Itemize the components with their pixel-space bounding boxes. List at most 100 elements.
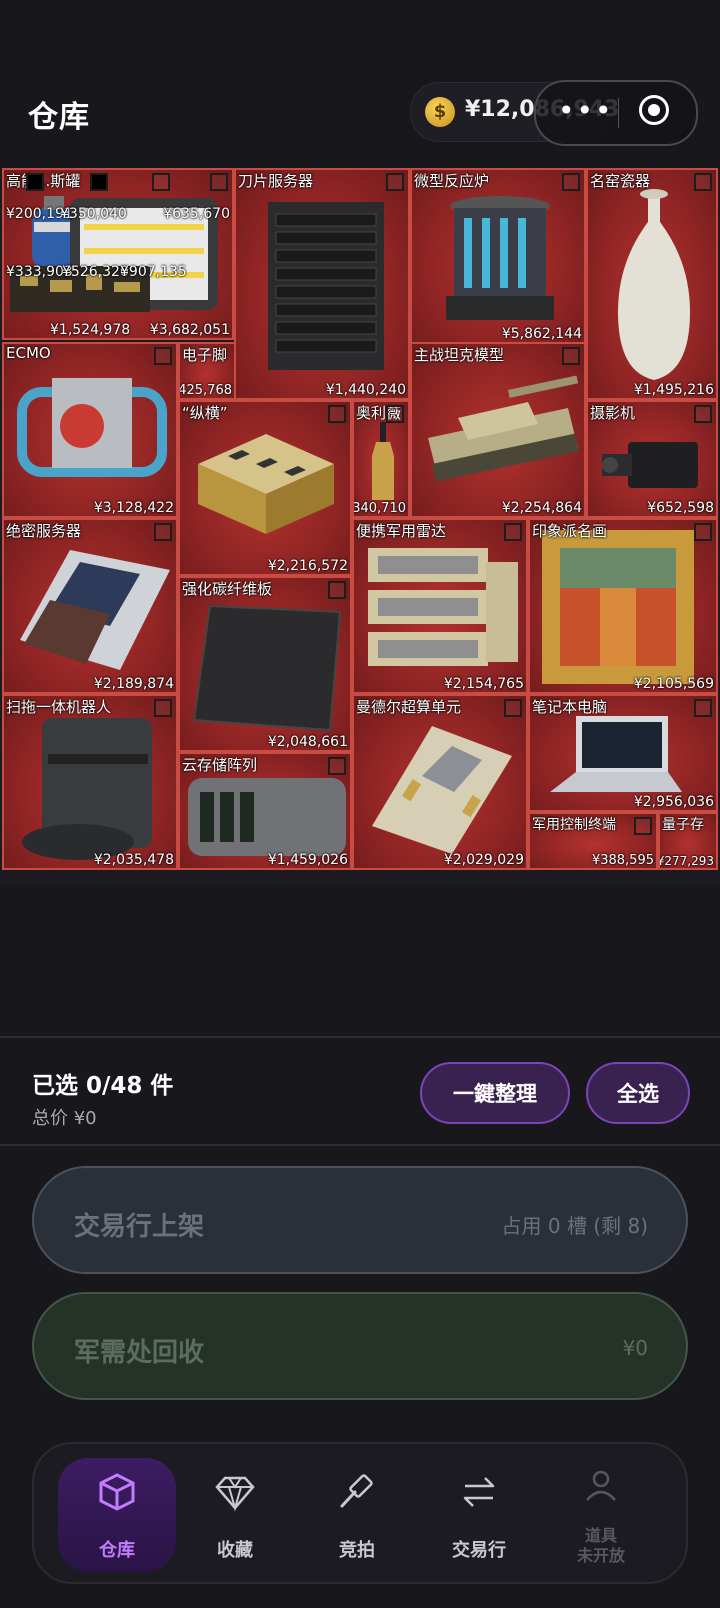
item-checkbox[interactable] — [634, 817, 652, 835]
page-title: 仓库 — [28, 100, 90, 135]
item-price: ¥2,216,572 — [267, 558, 348, 574]
item-tile[interactable]: 强化碳纤维板 ¥2,048,661 — [178, 576, 352, 752]
item-tile[interactable]: 刀片服务器 ¥1,440,240 — [234, 168, 410, 400]
item-price: ¥1,440,240 — [325, 382, 406, 398]
nav-label: 交易行 — [452, 1540, 506, 1561]
total-price: 总价 ¥0 — [32, 1108, 97, 1129]
item-tile[interactable]: 军用控制终端 ¥388,595 — [528, 812, 658, 870]
section-divider — [0, 1036, 720, 1038]
item-checkbox[interactable] — [152, 173, 170, 191]
reactor-image — [440, 188, 560, 328]
item-checkbox[interactable] — [562, 173, 580, 191]
video-camera-image — [598, 424, 710, 500]
champagne-bottle-image — [370, 422, 396, 502]
item-tile[interactable]: 微型反应炉 ¥5,862,144 — [410, 168, 586, 344]
item-price: ¥3,682,051 — [149, 322, 230, 338]
item-tile[interactable]: 笔记本电脑 ¥2,956,036 — [528, 694, 718, 812]
item-price: ¥2,956,036 — [633, 794, 714, 810]
item-checkbox[interactable] — [26, 173, 44, 191]
item-name: 云存储阵列 — [182, 756, 258, 774]
item-price: ¥5,862,144 — [501, 326, 582, 342]
item-price: ¥2,029,029 — [443, 852, 524, 868]
swap-arrows-icon — [463, 1477, 495, 1507]
item-checkbox[interactable] — [154, 699, 172, 717]
item-tile[interactable]: 印象派名画 ¥2,105,569 — [528, 518, 718, 694]
item-price: ¥425,768 — [178, 383, 232, 398]
item-price: ¥3,128,422 — [93, 500, 174, 516]
item-checkbox[interactable] — [154, 347, 172, 365]
item-price: ¥652,598 — [647, 500, 714, 516]
item-checkbox[interactable] — [504, 523, 522, 541]
item-checkbox[interactable] — [386, 173, 404, 191]
nav-trading[interactable]: 交易行 — [420, 1458, 538, 1572]
item-tile[interactable]: 云存储阵列 ¥1,459,026 — [178, 752, 352, 870]
ecmo-machine-image — [12, 362, 172, 502]
close-target-icon[interactable] — [639, 95, 669, 125]
organize-button[interactable]: 一鍵整理 — [420, 1062, 570, 1124]
item-tile[interactable]: 电子脚 ¥425,768 — [178, 342, 236, 400]
inventory-grid: 高能...斯罐 ¥200,191 ¥350,040 ¥635,670 ¥333,… — [0, 168, 720, 886]
laptop-image — [544, 712, 684, 804]
item-name: 摄影机 — [590, 404, 636, 422]
select-all-button[interactable]: 全选 — [586, 1062, 690, 1124]
item-tile[interactable]: 高能...斯罐 ¥200,191 ¥350,040 ¥635,670 ¥333,… — [2, 168, 234, 340]
item-price: ¥2,189,874 — [93, 676, 174, 692]
item-name: 名窑瓷器 — [590, 172, 651, 190]
recycle-label: 军需处回收 — [74, 1338, 205, 1368]
item-checkbox[interactable] — [694, 523, 712, 541]
item-name: 绝密服务器 — [6, 522, 82, 540]
box-icon — [99, 1473, 135, 1511]
selected-count: 已选 0/48 件 — [32, 1073, 174, 1099]
item-checkbox[interactable] — [154, 523, 172, 541]
nav-auction[interactable]: 竞拍 — [298, 1458, 416, 1572]
mini-program-capsule[interactable]: ••• — [534, 80, 698, 146]
item-tile[interactable]: 奥利薇 ¥340,710 — [352, 400, 410, 518]
item-tile[interactable]: 扫拖一体机器人 ¥2,035,478 — [2, 694, 178, 870]
item-tile[interactable]: ECMO ¥3,128,422 — [2, 342, 178, 518]
recycle-value: ¥0 — [622, 1336, 648, 1360]
item-checkbox[interactable] — [328, 581, 346, 599]
nav-warehouse[interactable]: 仓库 — [58, 1458, 176, 1572]
portable-radar-image — [362, 542, 522, 676]
item-name: 笔记本电脑 — [532, 698, 608, 716]
item-name: 量子存 — [662, 817, 704, 833]
nav-collection[interactable]: 收藏 — [176, 1458, 294, 1572]
item-name: ECMO — [6, 344, 51, 362]
item-tile[interactable]: “纵横” ¥2,216,572 — [178, 400, 352, 576]
item-tile[interactable]: 名窑瓷器 ¥1,495,216 — [586, 168, 718, 400]
item-checkbox[interactable] — [562, 347, 580, 365]
item-name: 电子脚 — [182, 346, 228, 364]
item-checkbox[interactable] — [328, 757, 346, 775]
item-checkbox[interactable] — [328, 405, 346, 423]
item-checkbox[interactable] — [386, 405, 404, 423]
item-price: ¥2,105,569 — [633, 676, 714, 692]
item-checkbox[interactable] — [694, 699, 712, 717]
section-divider — [0, 1144, 720, 1146]
item-checkbox[interactable] — [694, 405, 712, 423]
more-icon[interactable]: ••• — [558, 94, 614, 127]
item-price: ¥526,320 — [62, 264, 129, 280]
item-tile[interactable]: 曼德尔超算单元 ¥2,029,029 — [352, 694, 528, 870]
item-checkbox[interactable] — [90, 173, 108, 191]
item-price: ¥277,293 — [658, 854, 714, 868]
trade-listing-label: 交易行上架 — [74, 1212, 205, 1242]
item-price: ¥340,710 — [352, 501, 406, 516]
trade-listing-button[interactable]: 交易行上架 占用 0 槽 (剩 8) — [32, 1166, 688, 1274]
bottom-nav: 仓库 收藏 竞拍 交易行 道具 未开放 — [32, 1442, 688, 1584]
item-price: ¥2,035,478 — [93, 852, 174, 868]
item-price: ¥1,524,978 — [50, 322, 131, 338]
item-tile[interactable]: 主战坦克模型 ¥2,254,864 — [410, 342, 586, 518]
item-name: 便携军用雷达 — [356, 522, 447, 540]
person-icon — [586, 1470, 616, 1501]
item-checkbox[interactable] — [504, 699, 522, 717]
recycle-button[interactable]: 军需处回收 ¥0 — [32, 1292, 688, 1400]
item-checkbox[interactable] — [210, 173, 228, 191]
item-tile[interactable]: 便携军用雷达 ¥2,154,765 — [352, 518, 528, 694]
item-tile[interactable]: 量子存 ¥277,293 — [658, 812, 718, 870]
item-tile[interactable]: 绝密服务器 ¥2,189,874 — [2, 518, 178, 694]
item-price: ¥2,254,864 — [501, 500, 582, 516]
gavel-icon — [340, 1474, 373, 1508]
secret-server-image — [10, 540, 174, 680]
item-checkbox[interactable] — [694, 173, 712, 191]
item-tile[interactable]: 摄影机 ¥652,598 — [586, 400, 718, 518]
